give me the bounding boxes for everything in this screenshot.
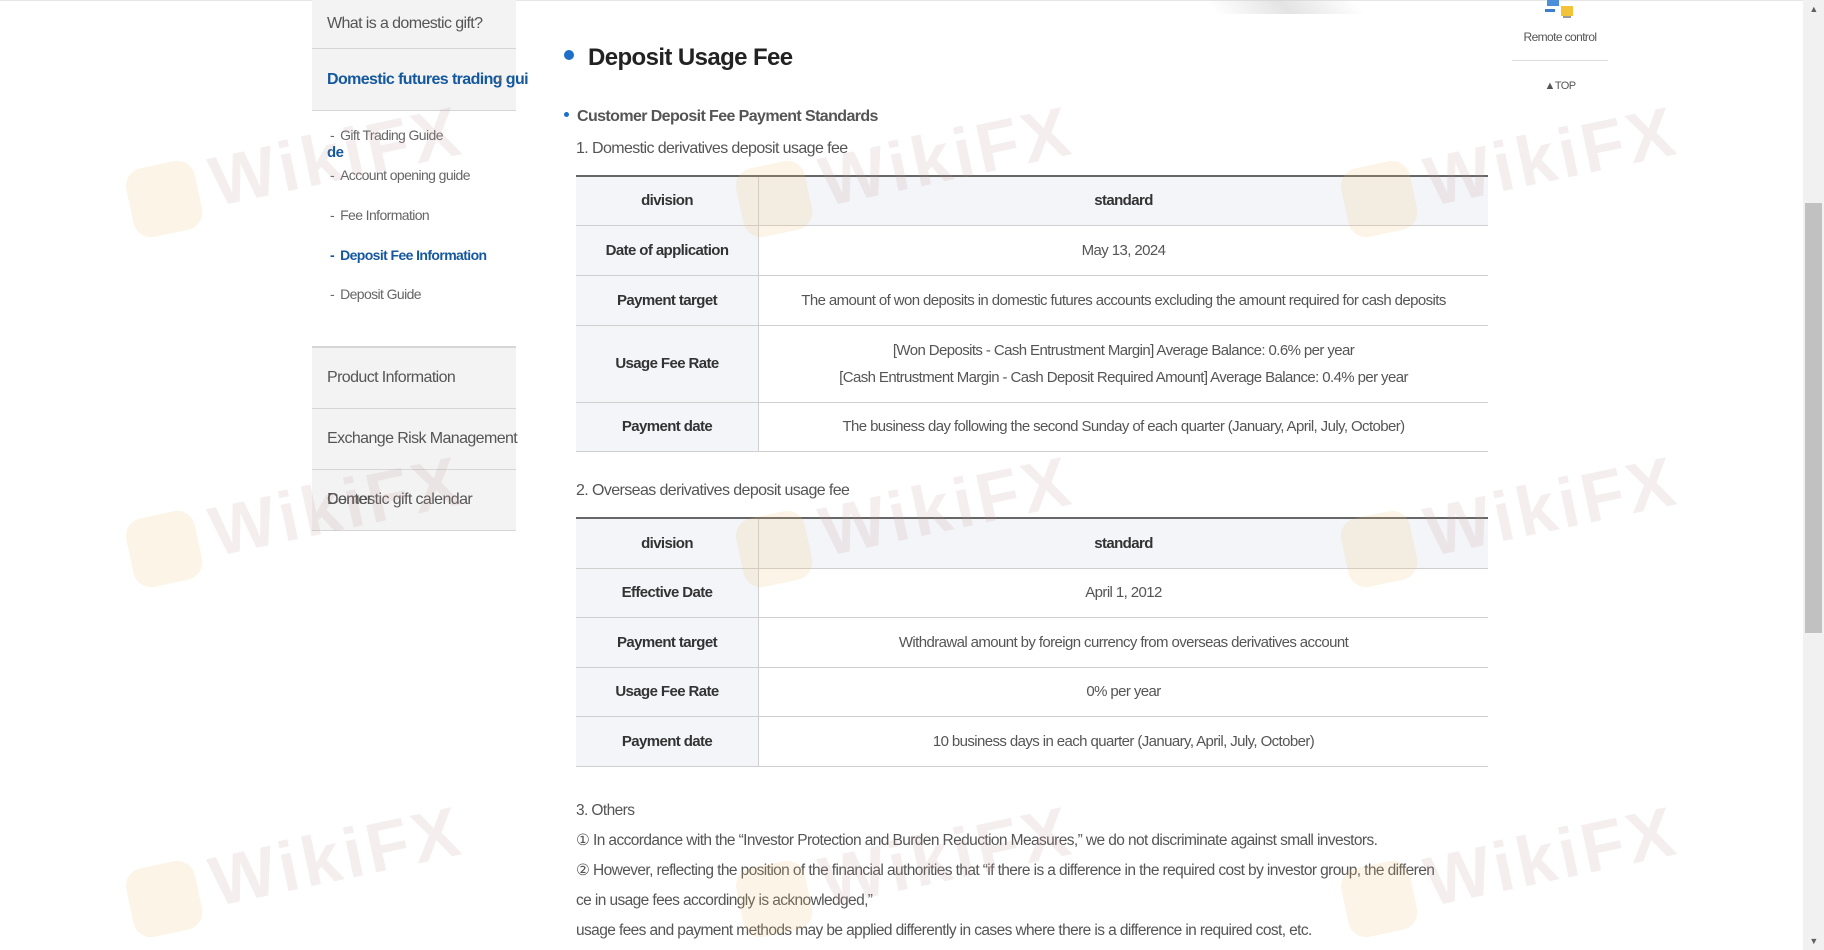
submenu-label: Account opening guide — [340, 167, 470, 183]
submenu-item-deposit-fee-information[interactable]: - Deposit Fee Information — [312, 245, 487, 265]
dash-icon: - — [330, 207, 335, 223]
others-line-2b: ce in usage fees accordingly is acknowle… — [576, 892, 873, 909]
scroll-down-arrow-icon[interactable]: ▼ — [1803, 932, 1824, 950]
sidebar: What is a domestic gift? Domestic future… — [312, 0, 529, 531]
submenu-item-fee-information[interactable]: - Fee Information — [312, 205, 430, 225]
sidebar-item-label-wrap: de — [327, 144, 344, 161]
decorative-stripe — [1204, 0, 1366, 14]
row-value: The business day following the second Su… — [758, 402, 1488, 452]
submenu-label: Fee Information — [340, 207, 430, 223]
submenu-item-deposit-guide[interactable]: - Deposit Guide — [312, 284, 422, 304]
submenu-item-account-opening-guide[interactable]: - Account opening guide — [312, 165, 471, 185]
row-value: May 13, 2024 — [758, 225, 1488, 276]
submenu-cont: - Deposit Guide — [312, 286, 516, 347]
row-value: Withdrawal amount by foreign currency fr… — [758, 617, 1488, 668]
sidebar-item-domestic-gift-calendar[interactable]: Center Domestic gift calendar — [312, 470, 516, 531]
bullet-icon — [564, 112, 569, 118]
watermark-logo-icon — [122, 157, 206, 241]
table-row: Date of application May 13, 2024 — [576, 225, 1488, 276]
row-value: The amount of won deposits in domestic f… — [758, 275, 1488, 326]
dash-icon: - — [330, 286, 335, 302]
table-header-standard: standard — [758, 176, 1488, 226]
sidebar-item-exchange-risk-management[interactable]: Exchange Risk Management — [312, 409, 518, 470]
sidebar-item-domestic-futures-trading-guide[interactable]: Domestic futures trading gui › — [312, 49, 529, 111]
others-heading: 3. Others — [576, 802, 635, 819]
table-header-division: division — [576, 176, 759, 226]
table-row: Payment target The amount of won deposit… — [576, 275, 1488, 326]
row-label: Effective Date — [576, 568, 759, 618]
domestic-fee-table: division standard Date of application Ma… — [576, 175, 1488, 452]
vertical-scrollbar[interactable]: ▲ ▼ — [1803, 0, 1824, 950]
table-row: Payment target Withdrawal amount by fore… — [576, 617, 1488, 668]
scroll-up-arrow-icon[interactable]: ▲ — [1803, 0, 1824, 18]
sidebar-item-what-is-domestic-gift[interactable]: What is a domestic gift? — [312, 0, 516, 49]
dash-icon: - — [330, 167, 335, 183]
watermark-logo-icon — [122, 507, 206, 591]
submenu: de - Gift Trading Guide - Account opening … — [312, 111, 516, 291]
submenu-label: Gift Trading Guide — [340, 127, 443, 143]
table-row: Usage Fee Rate [Won Deposits - Cash Entr… — [576, 325, 1488, 403]
others-line-1: ① In accordance with the “Investor Prote… — [576, 832, 1378, 849]
table-row: Payment date 10 business days in each qu… — [576, 716, 1488, 767]
row-value: [Won Deposits - Cash Entrustment Margin]… — [758, 325, 1488, 403]
watermark: WikiFX — [120, 790, 470, 941]
top-button[interactable]: ▲TOP — [1512, 80, 1608, 92]
table-header-row: division standard — [576, 518, 1488, 569]
table1-heading: 1. Domestic derivatives deposit usage fe… — [576, 140, 848, 157]
row-label: Payment date — [576, 716, 759, 767]
sidebar-item-label: What is a domestic gift? — [327, 15, 483, 32]
table-row: Usage Fee Rate 0% per year — [576, 667, 1488, 717]
submenu-label: Deposit Guide — [340, 286, 422, 302]
submenu-item-gift-trading-guide[interactable]: - Gift Trading Guide — [312, 125, 443, 145]
row-label: Payment date — [576, 402, 759, 452]
overseas-fee-table: division standard Effective Date April 1… — [576, 517, 1488, 767]
row-value-line-2: [Cash Entrustment Margin - Cash Deposit … — [839, 368, 1408, 386]
sidebar-item-product-information[interactable]: Product Information — [312, 347, 516, 409]
top-border — [0, 0, 1803, 1]
dash-icon: - — [330, 127, 335, 143]
remote-control-icon[interactable] — [1543, 0, 1577, 20]
page-title: Deposit Usage Fee — [588, 44, 793, 71]
table-header-division: division — [576, 518, 759, 569]
table-row: Effective Date April 1, 2012 — [576, 568, 1488, 618]
row-label: Usage Fee Rate — [576, 667, 759, 717]
others-line-2a: ② However, reflecting the position of th… — [576, 862, 1435, 879]
sidebar-item-label: Product Information — [327, 369, 456, 386]
row-value-line-1: [Won Deposits - Cash Entrustment Margin]… — [892, 341, 1355, 359]
submenu-label: Deposit Fee Information — [340, 247, 487, 263]
dash-icon: - — [330, 247, 335, 263]
table-row: Payment date The business day following … — [576, 402, 1488, 452]
table-header-row: division standard — [576, 176, 1488, 226]
others-line-3: usage fees and payment methods may be ap… — [576, 922, 1312, 939]
others-section: 3. Others ① In accordance with the “Inve… — [576, 796, 1496, 946]
row-value: 0% per year — [758, 667, 1488, 717]
chevron-right-icon: › — [496, 67, 503, 88]
table2-heading: 2. Overseas derivatives deposit usage fe… — [576, 482, 850, 499]
divider — [1512, 60, 1608, 61]
row-value: 10 business days in each quarter (Januar… — [758, 716, 1488, 767]
table-header-standard: standard — [758, 518, 1488, 569]
row-label: Date of application — [576, 225, 759, 276]
sidebar-item-label: Exchange Risk Management — [327, 430, 518, 447]
row-label: Usage Fee Rate — [576, 325, 759, 403]
scrollbar-thumb[interactable] — [1805, 203, 1822, 633]
row-value: April 1, 2012 — [758, 568, 1488, 618]
remote-control-link[interactable]: Remote control — [1512, 30, 1608, 44]
row-label: Payment target — [576, 617, 759, 668]
row-label: Payment target — [576, 275, 759, 326]
section-title: Customer Deposit Fee Payment Standards — [564, 108, 878, 126]
watermark-logo-icon — [122, 857, 206, 941]
sidebar-item-label: Domestic gift calendar — [327, 491, 473, 508]
